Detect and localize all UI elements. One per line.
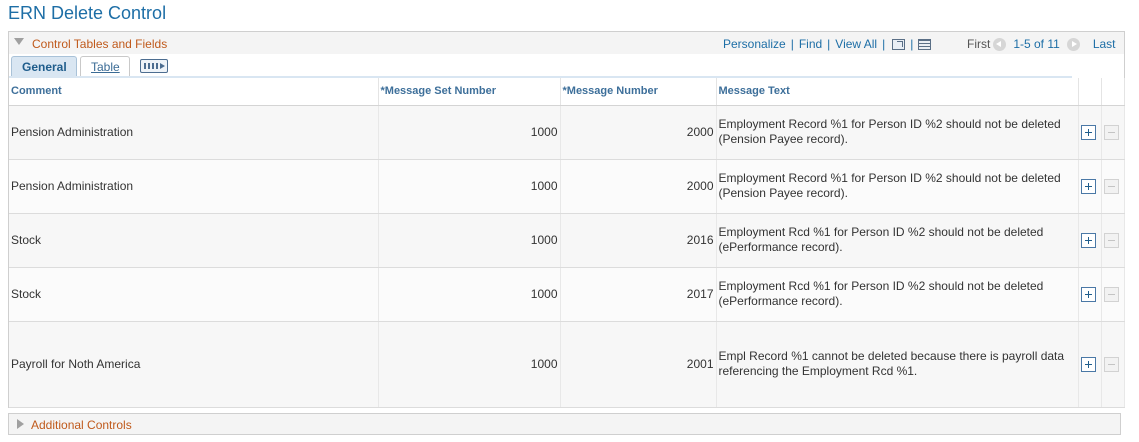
tab-table-label: Table bbox=[91, 60, 120, 74]
delete-row-button[interactable] bbox=[1103, 124, 1119, 140]
delete-row-button[interactable] bbox=[1103, 356, 1119, 372]
delete-cell bbox=[1101, 321, 1125, 408]
separator: | bbox=[910, 37, 914, 51]
pager-first[interactable]: First bbox=[967, 37, 990, 51]
collapse-arrow-icon[interactable] bbox=[14, 38, 24, 45]
column-header-message-set-number[interactable]: *Message Set Number bbox=[378, 78, 561, 106]
show-all-columns-icon[interactable] bbox=[140, 59, 168, 73]
personalize-link[interactable]: Personalize bbox=[723, 37, 786, 51]
tab-table[interactable]: Table bbox=[80, 56, 130, 77]
delete-row-button[interactable] bbox=[1103, 286, 1119, 302]
comment-cell: Payroll for Noth America bbox=[9, 321, 379, 408]
comment-cell: Stock bbox=[9, 213, 379, 268]
add-cell bbox=[1078, 105, 1102, 160]
column-header-comment[interactable]: Comment bbox=[9, 78, 379, 106]
table-row: Payroll for Noth America 1000 2001 Empl … bbox=[9, 321, 1125, 408]
grid-toolbar: Personalize | Find | View All | | bbox=[723, 37, 932, 51]
column-header-message-number[interactable]: *Message Number bbox=[560, 78, 717, 106]
next-row-icon[interactable] bbox=[1066, 37, 1080, 51]
add-cell bbox=[1078, 213, 1102, 268]
comment-cell: Pension Administration bbox=[9, 105, 379, 160]
message-text-cell: Employment Rcd %1 for Person ID %2 shoul… bbox=[716, 267, 1079, 322]
message-set-number-cell: 1000 bbox=[378, 105, 561, 160]
delete-cell bbox=[1101, 213, 1125, 268]
comment-cell: Stock bbox=[9, 267, 379, 322]
add-row-button[interactable] bbox=[1080, 232, 1096, 248]
view-all-link[interactable]: View All bbox=[835, 37, 877, 51]
separator: | bbox=[827, 37, 831, 51]
grid-title[interactable]: Control Tables and Fields bbox=[32, 37, 167, 51]
separator: | bbox=[882, 37, 886, 51]
delete-cell bbox=[1101, 267, 1125, 322]
message-set-number-cell: 1000 bbox=[378, 321, 561, 408]
table-row: Stock 1000 2017 Employment Rcd %1 for Pe… bbox=[9, 267, 1125, 322]
add-cell bbox=[1078, 267, 1102, 322]
additional-controls-section[interactable]: Additional Controls bbox=[8, 413, 1121, 435]
message-text-cell: Employment Rcd %1 for Person ID %2 shoul… bbox=[716, 213, 1079, 268]
grid-header: Control Tables and Fields Personalize | … bbox=[9, 32, 1124, 54]
add-row-button[interactable] bbox=[1080, 178, 1096, 194]
message-number-cell: 2000 bbox=[560, 159, 717, 214]
table-row: Stock 1000 2016 Employment Rcd %1 for Pe… bbox=[9, 213, 1125, 268]
column-header-message-text[interactable]: Message Text bbox=[716, 78, 1079, 106]
message-number-cell: 2017 bbox=[560, 267, 717, 322]
table-row: Pension Administration 1000 2000 Employm… bbox=[9, 105, 1125, 160]
comment-cell: Pension Administration bbox=[9, 159, 379, 214]
arrow-right-icon bbox=[160, 63, 165, 69]
message-set-number-cell: 1000 bbox=[378, 267, 561, 322]
add-row-button[interactable] bbox=[1080, 356, 1096, 372]
delete-cell bbox=[1101, 105, 1125, 160]
message-number-cell: 2001 bbox=[560, 321, 717, 408]
previous-row-icon[interactable] bbox=[993, 37, 1007, 51]
pager-last[interactable]: Last bbox=[1093, 37, 1116, 51]
delete-row-button[interactable] bbox=[1103, 178, 1119, 194]
grid-tabs: General Table bbox=[9, 54, 1124, 77]
column-header-add bbox=[1078, 78, 1102, 106]
download-spreadsheet-icon[interactable] bbox=[918, 38, 932, 50]
tab-general[interactable]: General bbox=[11, 56, 77, 77]
message-text-cell: Employment Record %1 for Person ID %2 sh… bbox=[716, 105, 1079, 160]
table-row: Pension Administration 1000 2000 Employm… bbox=[9, 159, 1125, 214]
data-grid: Comment *Message Set Number *Message Num… bbox=[9, 78, 1125, 408]
zoom-icon[interactable] bbox=[892, 38, 906, 50]
pager: First 1-5 of 11 Last bbox=[967, 37, 1116, 51]
delete-row-button[interactable] bbox=[1103, 232, 1119, 248]
page-title: ERN Delete Control bbox=[8, 3, 167, 23]
add-row-button[interactable] bbox=[1080, 286, 1096, 302]
add-cell bbox=[1078, 159, 1102, 214]
message-number-cell: 2000 bbox=[560, 105, 717, 160]
expand-arrow-icon[interactable] bbox=[17, 419, 24, 429]
find-link[interactable]: Find bbox=[799, 37, 822, 51]
separator: | bbox=[790, 37, 794, 51]
additional-controls-title[interactable]: Additional Controls bbox=[31, 418, 132, 432]
columns-lines bbox=[144, 63, 160, 69]
message-set-number-cell: 1000 bbox=[378, 159, 561, 214]
message-text-cell: Employment Record %1 for Person ID %2 sh… bbox=[716, 159, 1079, 214]
pager-range: 1-5 of 11 bbox=[1013, 37, 1060, 51]
control-tables-grid: Control Tables and Fields Personalize | … bbox=[8, 31, 1125, 408]
column-header-delete bbox=[1101, 78, 1125, 106]
message-number-cell: 2016 bbox=[560, 213, 717, 268]
message-set-number-cell: 1000 bbox=[378, 213, 561, 268]
message-text-cell: Empl Record %1 cannot be deleted because… bbox=[716, 321, 1079, 408]
add-row-button[interactable] bbox=[1080, 124, 1096, 140]
delete-cell bbox=[1101, 159, 1125, 214]
add-cell bbox=[1078, 321, 1102, 408]
